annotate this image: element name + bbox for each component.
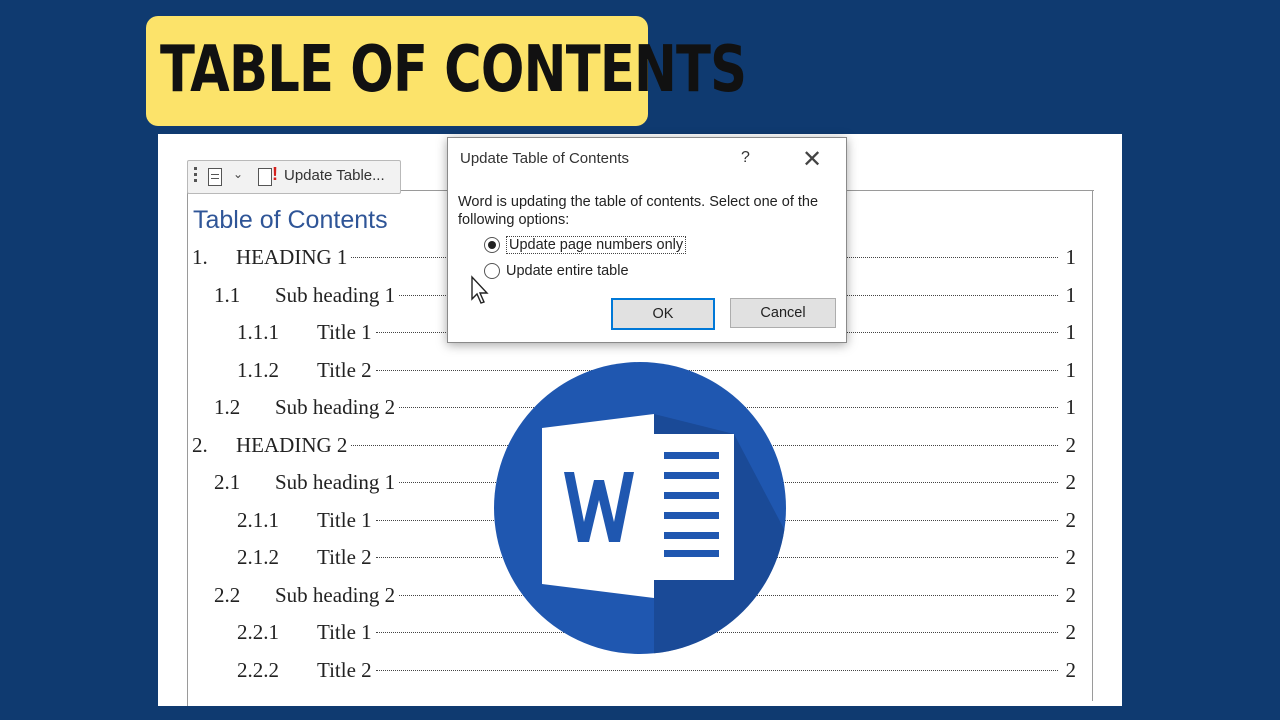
- toc-entry-page: 2: [1065, 658, 1077, 682]
- toc-entry-page: 1: [1065, 358, 1077, 382]
- toc-document-icon[interactable]: [208, 168, 222, 186]
- toc-entry-page: 2: [1065, 508, 1077, 532]
- toc-entry-page: 1: [1065, 283, 1077, 307]
- toc-entry-text: HEADING 1: [236, 245, 348, 269]
- toc-frame-edge-lower: [1092, 240, 1093, 696]
- toc-entry[interactable]: 2.2.2 Title 2 2: [237, 656, 1076, 684]
- toc-leader-dots: [375, 670, 1058, 671]
- toc-entry-page: 2: [1065, 433, 1077, 457]
- toc-entry-page: 2: [1065, 620, 1077, 644]
- dialog-message: Word is updating the table of contents. …: [458, 194, 819, 228]
- toc-entry-text: HEADING 2: [236, 433, 348, 457]
- drag-handle-icon[interactable]: [194, 167, 198, 185]
- toc-entry-number: 2.2.2: [237, 658, 279, 682]
- radio-page-numbers[interactable]: [484, 237, 500, 253]
- toc-entry-text: Title 2: [317, 545, 372, 569]
- option-page-numbers-label[interactable]: Update page numbers only: [506, 236, 687, 254]
- toc-entry-text: Sub heading 1: [275, 470, 396, 494]
- toc-entry-number: 2.2: [214, 583, 241, 607]
- banner-title: TABLE OF CONTENTS: [160, 33, 747, 107]
- toc-content-control-tab[interactable]: ⌄ ! Update Table...: [187, 160, 401, 194]
- toc-entry-page: 2: [1065, 470, 1077, 494]
- close-icon[interactable]: ✕: [802, 145, 822, 174]
- toc-entry-number: 1.: [192, 245, 208, 269]
- exclamation-icon: !: [272, 164, 278, 184]
- update-toc-dialog: Update Table of Contents ? ✕ Word is upd…: [447, 137, 847, 343]
- toc-entry-text: Title 1: [317, 508, 372, 532]
- option-entire-table[interactable]: Update entire table: [484, 263, 629, 279]
- dialog-title: Update Table of Contents: [460, 150, 630, 167]
- toc-entry-number: 1.1: [214, 283, 241, 307]
- toc-entry-number: 2.1.2: [237, 545, 279, 569]
- toc-entry-text: Sub heading 2: [275, 395, 396, 419]
- option-entire-table-label[interactable]: Update entire table: [506, 263, 629, 279]
- toc-entry-text: Title 1: [317, 620, 372, 644]
- toc-entry-number: 2.: [192, 433, 208, 457]
- toc-heading: Table of Contents: [193, 206, 388, 234]
- toc-entry-number: 1.2: [214, 395, 241, 419]
- cancel-button[interactable]: Cancel: [730, 298, 836, 328]
- update-table-button[interactable]: Update Table...: [284, 167, 385, 184]
- word-logo-icon: [494, 362, 786, 654]
- ok-button[interactable]: OK: [611, 298, 715, 330]
- toc-entry-number: 1.1.1: [237, 320, 279, 344]
- mouse-cursor-icon: [470, 275, 492, 305]
- toc-entry-page: 1: [1065, 395, 1077, 419]
- toc-entry-number: 2.1.1: [237, 508, 279, 532]
- update-document-icon: [258, 168, 272, 186]
- toc-entry-text: Sub heading 1: [275, 283, 396, 307]
- toc-entry-number: 1.1.2: [237, 358, 279, 382]
- option-page-numbers[interactable]: Update page numbers only: [484, 236, 687, 254]
- toc-entry-text: Title 1: [317, 320, 372, 344]
- toc-entry-text: Title 2: [317, 658, 372, 682]
- chevron-down-icon[interactable]: ⌄: [233, 167, 243, 181]
- title-banner: TABLE OF CONTENTS: [146, 16, 747, 126]
- toc-entry-number: 2.1: [214, 470, 241, 494]
- toc-entry-page: 1: [1065, 320, 1077, 344]
- toc-entry-page: 1: [1065, 245, 1077, 269]
- help-icon[interactable]: ?: [741, 149, 750, 167]
- toc-entry-page: 2: [1065, 583, 1077, 607]
- toc-entry-number: 2.2.1: [237, 620, 279, 644]
- toc-entry-text: Sub heading 2: [275, 583, 396, 607]
- toc-entry-text: Title 2: [317, 358, 372, 382]
- toc-entry-page: 2: [1065, 545, 1077, 569]
